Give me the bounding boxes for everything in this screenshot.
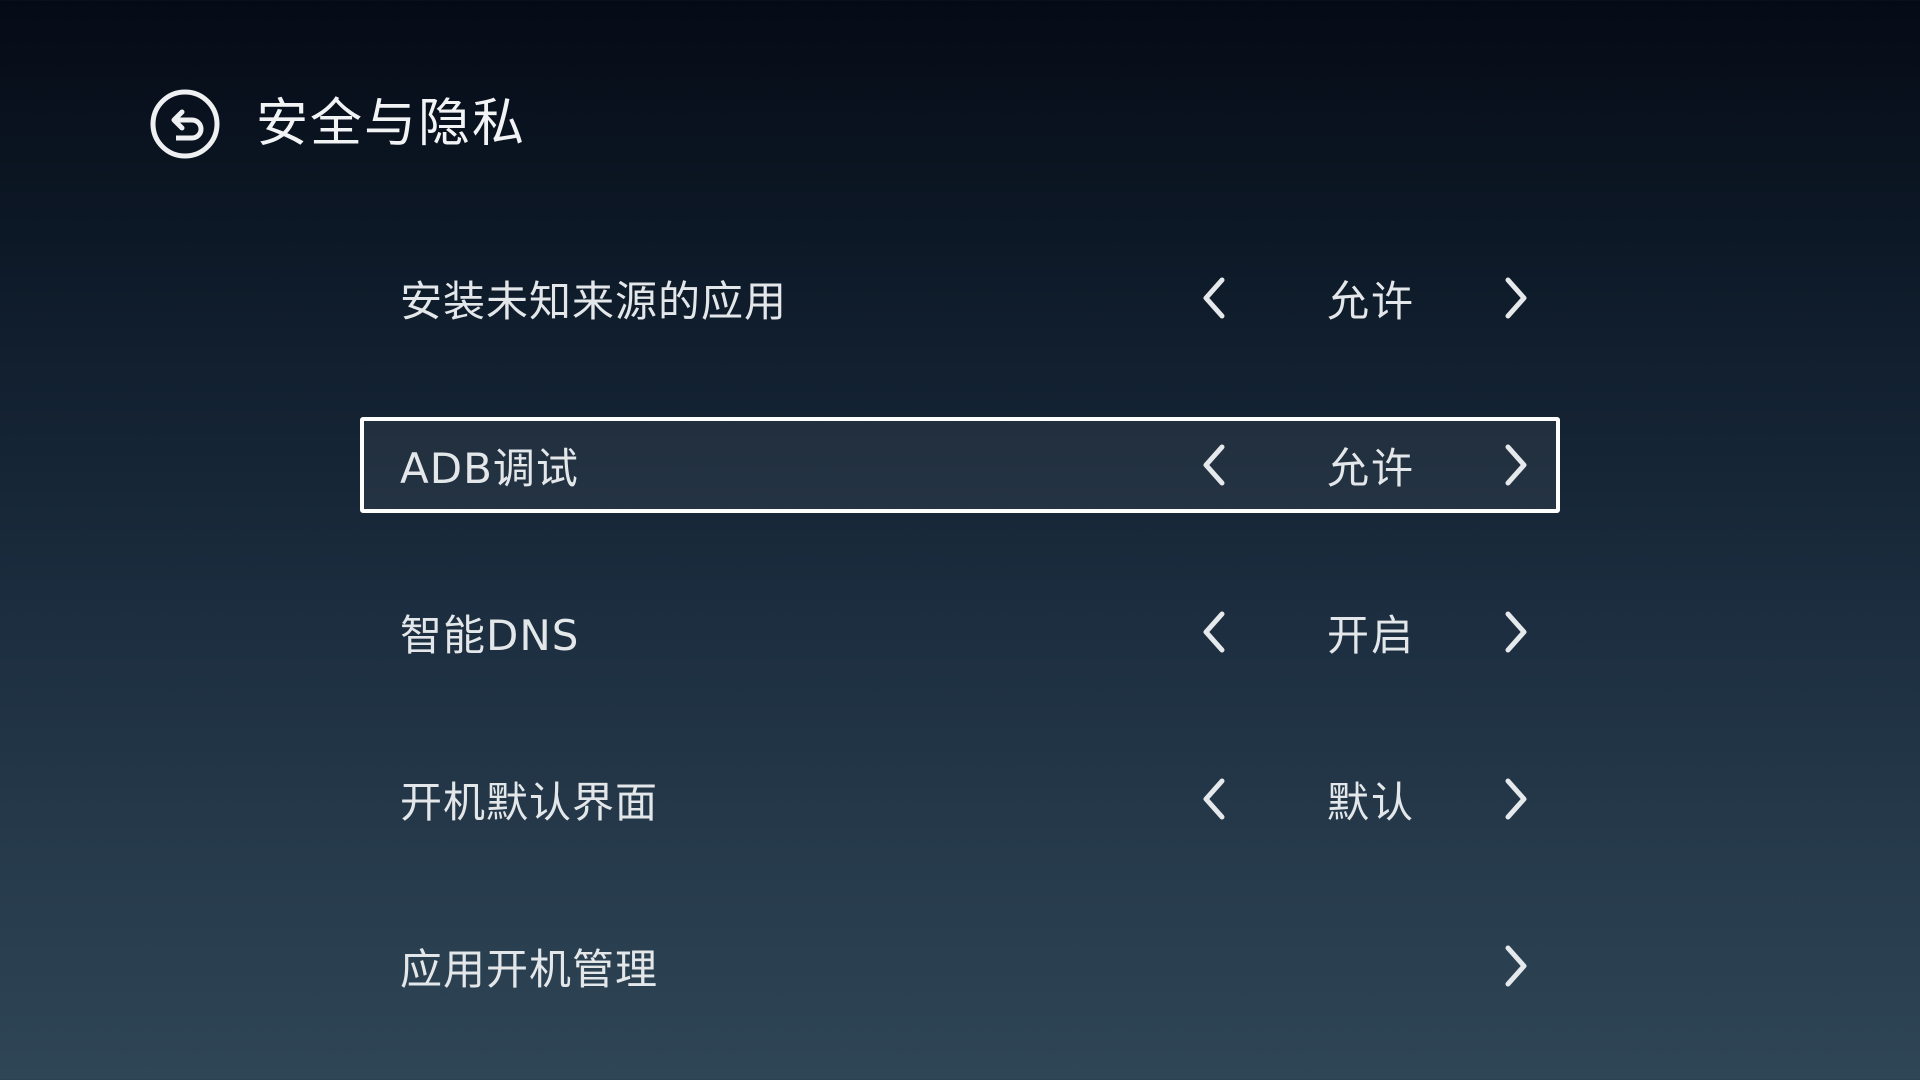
- chevron-left-icon[interactable]: [1186, 266, 1242, 330]
- back-button[interactable]: [149, 88, 221, 160]
- setting-row[interactable]: 开机默认界面 默认: [360, 751, 1560, 847]
- header: 安全与隐私: [149, 88, 526, 160]
- chevron-left-icon[interactable]: [1186, 767, 1242, 831]
- back-arrow-circle-icon: [150, 89, 220, 159]
- chevron-right-icon[interactable]: [1488, 600, 1544, 664]
- setting-row[interactable]: 应用开机管理: [360, 918, 1560, 1014]
- chevron-right-icon[interactable]: [1488, 266, 1544, 330]
- setting-value: 允许: [1326, 276, 1415, 326]
- setting-value: 开启: [1326, 610, 1415, 660]
- setting-label: 安装未知来源的应用: [400, 276, 788, 326]
- chevron-right-icon[interactable]: [1488, 433, 1544, 497]
- setting-label: ADB调试: [400, 443, 579, 493]
- chevron-right-icon[interactable]: [1488, 767, 1544, 831]
- chevron-left-icon[interactable]: [1186, 600, 1242, 664]
- chevron-left-icon[interactable]: [1186, 433, 1242, 497]
- page-title: 安全与隐私: [256, 94, 527, 154]
- setting-value: 允许: [1326, 443, 1415, 493]
- setting-label: 应用开机管理: [400, 944, 659, 994]
- setting-row[interactable]: 安装未知来源的应用 允许: [360, 250, 1560, 346]
- setting-label: 开机默认界面: [400, 777, 659, 827]
- setting-label: 智能DNS: [400, 610, 580, 660]
- setting-value: 默认: [1326, 777, 1415, 827]
- setting-row[interactable]: ADB调试 允许: [360, 417, 1560, 513]
- settings-list: 安装未知来源的应用 允许 ADB调试 允许 智能DNS 开启 开机默认界面 默认 应用开机管理: [360, 250, 1560, 1080]
- setting-row[interactable]: 智能DNS 开启: [360, 584, 1560, 680]
- chevron-right-icon[interactable]: [1488, 934, 1544, 998]
